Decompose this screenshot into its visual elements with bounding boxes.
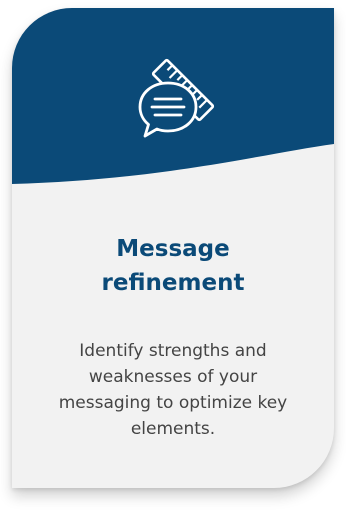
card-title-line-1: Message [116, 236, 230, 262]
card-title: Message refinement [12, 232, 334, 300]
card-header [12, 8, 334, 193]
card-title-line-2: refinement [101, 270, 245, 296]
feature-card: Message refinement Identify strengths an… [12, 8, 334, 488]
card-description: Identify strengths and weaknesses of you… [58, 341, 288, 439]
chat-ruler-icon [128, 50, 228, 150]
